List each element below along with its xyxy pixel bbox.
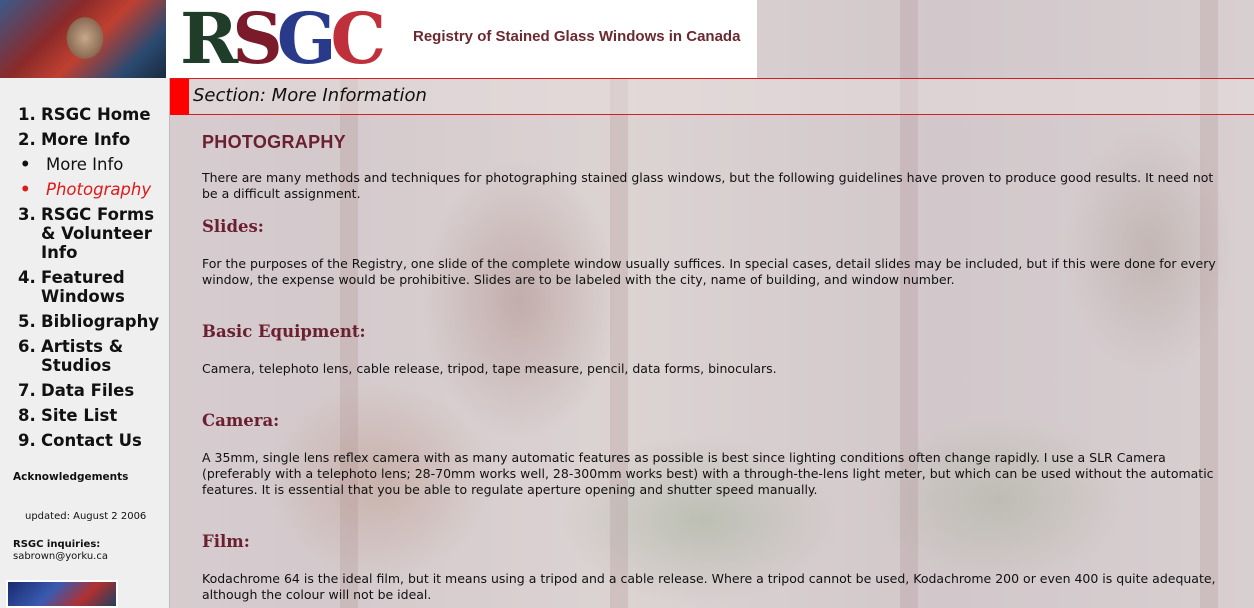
sidebar: 1. RSGC Home 2. More Info • More Info • … (0, 78, 170, 608)
nav-label: Data Files (41, 381, 135, 400)
heading-slides: Slides: (202, 217, 264, 236)
intro-paragraph: There are many methods and techniques fo… (202, 170, 1214, 201)
nav-number: 8. (18, 406, 36, 425)
nav-number: 2. (18, 130, 36, 149)
nav-label: Bibliography (41, 312, 160, 331)
heading-film: Film: (202, 532, 250, 551)
nav-item-artists-studios[interactable]: 6. Artists & Studios (18, 337, 168, 375)
subnav-item-more-info[interactable]: • More Info (18, 155, 168, 174)
bullet-icon: • (20, 180, 31, 199)
inquiries-email-link[interactable]: sabrown@yorku.ca (13, 551, 108, 562)
nav-item-forms-volunteer[interactable]: 3. RSGC Forms & Volunteer Info (18, 205, 168, 262)
sidebar-nav: 1. RSGC Home 2. More Info • More Info • … (18, 105, 168, 456)
nav-number: 3. (18, 205, 36, 224)
nav-number: 9. (18, 431, 36, 450)
nav-item-rsgc-home[interactable]: 1. RSGC Home (18, 105, 168, 124)
subnav-label-current: Photography (46, 180, 152, 199)
nav-label: Contact Us (41, 431, 142, 450)
subnav-item-photography[interactable]: • Photography (18, 180, 168, 199)
header-stained-glass-image (0, 0, 170, 78)
nav-number: 7. (18, 381, 36, 400)
site-header: R S G C Registry of Stained Glass Window… (0, 0, 757, 78)
nav-number: 1. (18, 105, 36, 124)
nav-label: Artists & Studios (41, 337, 124, 375)
acknowledgements-link[interactable]: Acknowledgements (13, 471, 128, 483)
nav-label: More Info (41, 130, 131, 149)
nav-item-featured-windows[interactable]: 4. Featured Windows (18, 268, 168, 306)
nav-item-contact-us[interactable]: 9. Contact Us (18, 431, 168, 450)
nav-label: RSGC Home (41, 105, 151, 124)
inquiries-label: RSGC inquiries: (13, 539, 101, 550)
nav-label: RSGC Forms & Volunteer Info (41, 205, 155, 262)
bullet-icon: • (20, 155, 31, 174)
logo-banner: R S G C Registry of Stained Glass Window… (174, 0, 757, 78)
logo-letter-s: S (232, 0, 283, 80)
nav-item-bibliography[interactable]: 5. Bibliography (18, 312, 168, 331)
paragraph-basic-equipment: Camera, telephoto lens, cable release, t… (202, 361, 777, 376)
nav-item-data-files[interactable]: 7. Data Files (18, 381, 168, 400)
section-title: Section: More Information (193, 85, 427, 106)
nav-item-more-info[interactable]: 2. More Info (18, 130, 168, 149)
paragraph-film: Kodachrome 64 is the ideal film, but it … (202, 571, 1216, 602)
site-title: Registry of Stained Glass Windows in Can… (413, 28, 741, 45)
nav-item-site-list[interactable]: 8. Site List (18, 406, 168, 425)
section-bar: Section: More Information (170, 78, 1254, 115)
nav-label: Featured Windows (41, 268, 125, 306)
logo-letter-r: R (180, 0, 238, 80)
heading-camera: Camera: (202, 411, 280, 430)
sidebar-thumbnail-image[interactable] (6, 580, 118, 608)
paragraph-slides: For the purposes of the Registry, one sl… (202, 256, 1216, 287)
section-marker (170, 79, 189, 115)
logo-letter-c: C (330, 0, 387, 80)
paragraph-camera: A 35mm, single lens reflex camera with a… (202, 450, 1214, 497)
rsgc-logo[interactable]: R S G C (180, 0, 387, 80)
page-title: PHOTOGRAPHY (202, 132, 346, 152)
subnav-label: More Info (46, 155, 124, 174)
nav-label: Site List (41, 406, 118, 425)
updated-date: updated: August 2 2006 (25, 511, 147, 522)
heading-basic-equipment: Basic Equipment: (202, 322, 366, 341)
nav-number: 6. (18, 337, 36, 356)
nav-number: 4. (18, 268, 36, 287)
logo-letter-g: G (276, 0, 337, 80)
nav-number: 5. (18, 312, 36, 331)
